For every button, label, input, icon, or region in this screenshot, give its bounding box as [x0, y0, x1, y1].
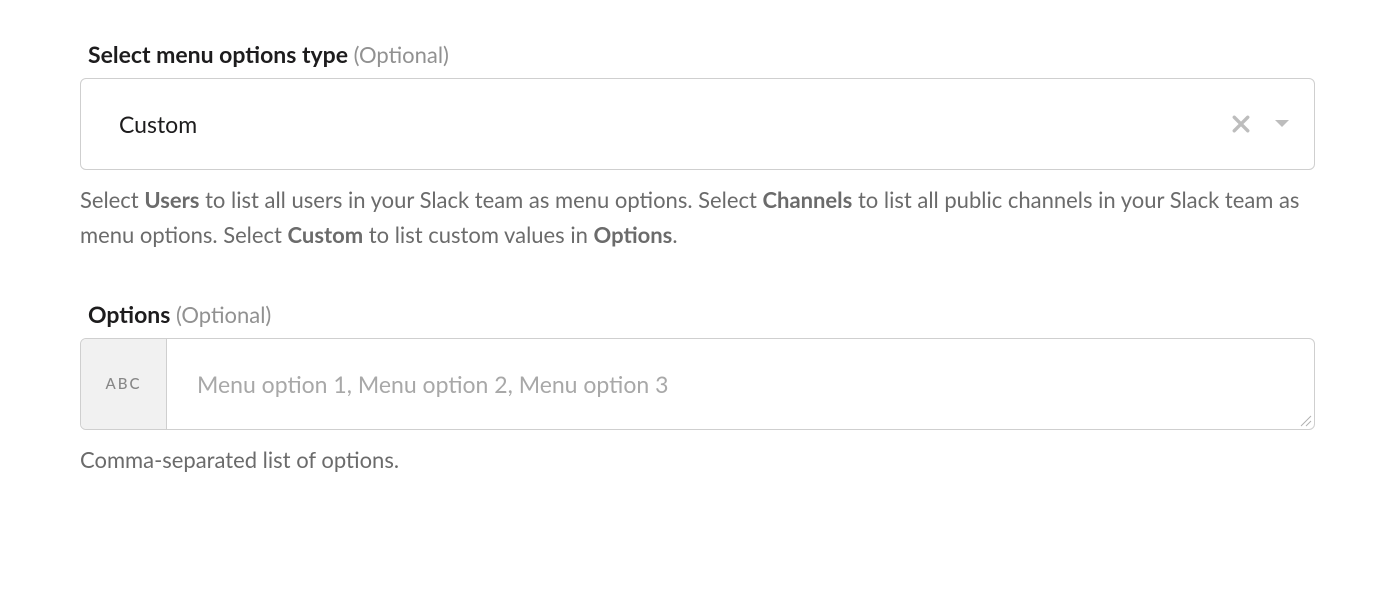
menu-options-type-label: Select menu options type (Optional): [80, 40, 1315, 68]
options-optional: (Optional): [176, 301, 271, 328]
chevron-down-icon[interactable]: [1274, 119, 1290, 129]
options-label-text: Options: [88, 300, 170, 328]
options-help: Comma-separated list of options.: [80, 442, 1315, 477]
resize-handle-icon[interactable]: [1298, 413, 1312, 427]
options-label: Options (Optional): [80, 300, 1315, 328]
menu-options-type-group: Select menu options type (Optional) Cust…: [80, 40, 1315, 252]
options-group: Options (Optional) ABC Comma-separated l…: [80, 300, 1315, 477]
menu-options-type-optional: (Optional): [354, 41, 449, 68]
menu-options-type-label-text: Select menu options type: [88, 40, 348, 68]
menu-options-type-selected-value: Custom: [119, 110, 197, 138]
menu-options-type-help: Select Users to list all users in your S…: [80, 182, 1315, 252]
options-input-wrap: ABC: [80, 338, 1315, 430]
close-icon[interactable]: [1232, 115, 1250, 133]
menu-options-type-select[interactable]: Custom: [80, 78, 1315, 170]
select-controls: [1232, 115, 1290, 133]
options-input[interactable]: [167, 339, 1314, 429]
type-badge-abc: ABC: [81, 339, 167, 429]
